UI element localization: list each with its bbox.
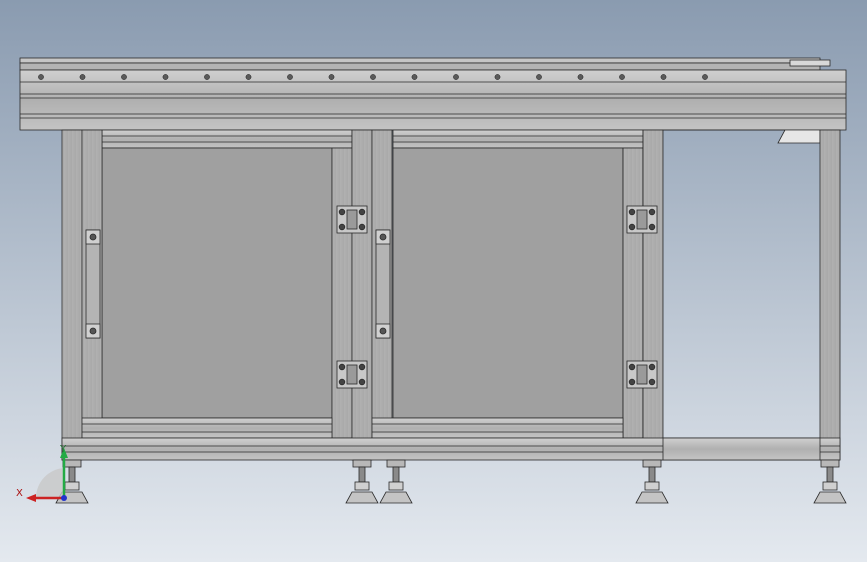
beam-bolt [370, 74, 376, 80]
lower-rail-mid [371, 417, 624, 439]
beam-bolt [121, 74, 127, 80]
upper-cross-rail-right [392, 129, 644, 149]
cad-viewport[interactable]: Y X [0, 0, 867, 562]
beam-bolt [702, 74, 708, 80]
beam-bolt [660, 74, 667, 80]
hinge[interactable] [626, 205, 658, 234]
beam-bolt [79, 74, 86, 80]
beam-bolt [245, 74, 252, 80]
lower-rail-left [81, 417, 333, 439]
beam-bolt [536, 74, 542, 80]
hinge[interactable] [626, 360, 658, 389]
beam-bolt [577, 74, 584, 80]
handle-mid[interactable] [375, 229, 391, 339]
post-3 [351, 129, 373, 461]
beam-bolt [38, 74, 44, 80]
post-4 [622, 147, 644, 439]
beam-bolt [619, 74, 625, 80]
beam-bolt [328, 74, 335, 80]
beam-bolt [162, 74, 169, 80]
beam-bolt [494, 74, 501, 80]
panel-left[interactable] [101, 147, 333, 419]
beam-bolt [204, 74, 210, 80]
beam-bolt [453, 74, 459, 80]
top-beam [19, 57, 847, 131]
x-axis-label: X [16, 488, 23, 499]
beam-bolt [287, 74, 293, 80]
beam-bolt [411, 74, 418, 80]
post-5 [642, 129, 664, 461]
post-2 [331, 147, 353, 439]
hinge[interactable] [336, 205, 368, 234]
panel-right[interactable] [392, 147, 624, 419]
upper-cross-rail-left [101, 129, 353, 149]
bay-bottom-rail [662, 437, 821, 461]
handle-left[interactable] [85, 229, 101, 339]
cad-canvas[interactable]: Y X [0, 0, 867, 562]
post-1 [61, 129, 83, 461]
post-6 [819, 129, 841, 461]
hinge[interactable] [336, 360, 368, 389]
y-axis-label: Y [59, 444, 67, 455]
